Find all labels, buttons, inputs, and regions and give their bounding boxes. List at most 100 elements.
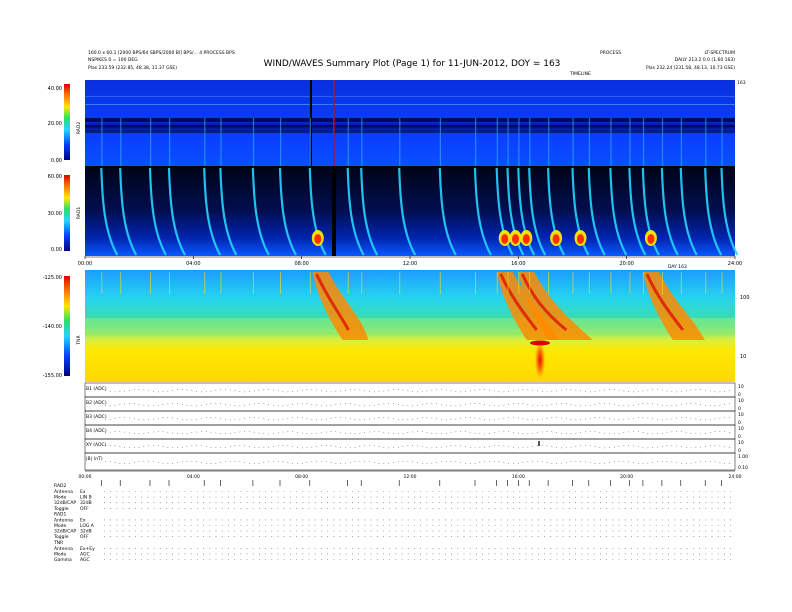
rad1-tick-mid: 30.00 <box>48 211 62 217</box>
rad2-tick-bottom: 0.00 <box>51 158 62 164</box>
settings-group-1: RAD1 <box>54 511 66 517</box>
tnr-streak-8 <box>309 272 311 294</box>
settings-value-1-0: Ex <box>80 517 86 523</box>
rad2-burst-7 <box>280 118 282 166</box>
tnr-tick-top: -125.00 <box>43 275 62 281</box>
time-label-bottom-1: 04:00 <box>187 474 200 480</box>
time-label-top-0: 00:00 <box>78 261 92 267</box>
tnr-streak-15 <box>507 272 509 294</box>
strip-frame-2 <box>84 410 736 426</box>
tnr-tick-bottom: -155.00 <box>43 373 62 379</box>
rad1-tick-top: 60.00 <box>48 174 62 180</box>
strip-right-tick-top-3: 10 <box>738 426 744 432</box>
settings-value-2-2: AGC <box>80 557 90 563</box>
rad2-burst-18 <box>548 118 550 166</box>
strip-right-tick-top-0: 10 <box>738 384 744 390</box>
doy-label-top: 163 <box>737 80 746 86</box>
tnr-streak-12 <box>439 272 441 294</box>
tnr-streak-22 <box>629 272 631 294</box>
summary-plot: 160.0 x 60.1 [2000 BPS/64 SBPS/2000 BI] … <box>43 50 750 563</box>
tnr-streak-26 <box>705 272 707 294</box>
rad1-tick-bottom: 0.00 <box>51 247 62 253</box>
strip-trace-3 <box>105 431 730 435</box>
settings-group-0: RAD2 <box>54 483 66 489</box>
rad2-axis-label: RAD2 <box>76 122 82 134</box>
rad2-burst-27 <box>721 118 723 166</box>
strip-right-tick-bottom-3: 0 <box>738 434 741 440</box>
strip-trace-2 <box>105 417 730 421</box>
strip-trace-4 <box>105 445 730 449</box>
time-label-bottom-5: 20:00 <box>620 474 633 480</box>
strip-right-tick-top-4: 10 <box>738 440 744 446</box>
rad2-burst-4 <box>204 118 206 166</box>
header-right-line2: DAILY 213.2 0.0 (1.60 163) <box>675 57 736 63</box>
day-label-mid: DAY 163 <box>668 264 687 270</box>
strip-right-tick-top-2: 10 <box>738 412 744 418</box>
strip-frame-0 <box>84 382 736 398</box>
strip-trace-0 <box>105 389 730 393</box>
rad2-burst-21 <box>610 118 612 166</box>
tnr-tick-mid: -140.00 <box>43 324 62 330</box>
strip-right-tick-bottom-0: 0 <box>738 392 741 398</box>
settings-key-2-0: Antenna <box>54 546 73 552</box>
tnr-streak-2 <box>150 272 151 294</box>
time-label-top-3: 12:00 <box>403 261 417 267</box>
rad2-burst-5 <box>220 118 222 166</box>
settings-key-1-2: 32dB/CAP <box>54 529 76 535</box>
settings-value-0-0: Ex <box>80 489 86 495</box>
time-axis-bottom: 00:00 04:00 08:00 12:00 16:00 20:00 24:00 <box>79 470 742 486</box>
rad2-tick-mid: 20.00 <box>48 121 62 127</box>
tnr-streak-27 <box>721 272 723 294</box>
rad2-burst-10 <box>361 118 363 166</box>
rad2-burst-24 <box>661 118 664 166</box>
tnr-streak-25 <box>680 272 682 294</box>
time-label-bottom-4: 16:00 <box>512 474 525 480</box>
rad1-burst-hot-19 <box>577 234 584 244</box>
tnr-streak-5 <box>220 272 222 294</box>
rad2-burst-9 <box>347 118 349 166</box>
settings-value-1-3: OFF <box>80 534 89 540</box>
settings-key-1-3: Toggle <box>53 534 69 540</box>
tnr-streak-4 <box>204 272 206 294</box>
header-right-line1: LT-SPECTRUM <box>705 50 736 56</box>
rad2-burst-6 <box>252 118 255 166</box>
rad1-burst-hot-8 <box>314 234 322 244</box>
tnr-streak-16 <box>518 272 520 294</box>
rad1-axis-label: RAD1 <box>76 207 82 219</box>
time-label-top-1: 04:00 <box>186 261 200 267</box>
settings-key-1-1: Mode <box>54 523 66 529</box>
settings-value-0-3: OFF <box>80 506 89 512</box>
settings-key-1-0: Antenna <box>54 517 73 523</box>
header-left-line2: NSPIKES 0 = 100 DEG <box>88 57 138 63</box>
rad1-spectrogram <box>85 166 739 256</box>
tnr-streak-10 <box>361 272 363 294</box>
rad2-burst-8 <box>309 118 311 166</box>
tnr-axis-label: TNR <box>76 335 82 345</box>
header-mid-line: PROCESS <box>600 50 621 56</box>
tnr-streak-14 <box>496 272 498 294</box>
strip-right-tick-bottom-2: 0 <box>738 420 741 426</box>
settings-value-0-1: LIN B <box>80 495 92 501</box>
rad2-burst-13 <box>475 118 477 166</box>
time-label-top-5: 20:00 <box>619 261 633 267</box>
strip-trace-5 <box>105 460 730 464</box>
strip-label-2: B3 (ADC) <box>86 414 107 420</box>
rad1-colorbar <box>64 175 70 251</box>
time-label-top-2: 08:00 <box>294 261 308 267</box>
time-axis-top: 00:00 04:00 08:00 12:00 16:00 20:00 24:00 <box>78 256 742 267</box>
strip-xy-spike <box>538 441 540 446</box>
settings-key-2-2: Gamma <box>54 557 72 563</box>
settings-table: RAD2 Antenna Ex Mode LIN B 32dB/CAP 32dB Toggle… <box>53 483 731 563</box>
rad2-burst-17 <box>529 118 531 166</box>
settings-value-0-2: 32dB <box>80 500 92 506</box>
rad2-burst-25 <box>680 118 682 166</box>
rad2-burst-14 <box>496 118 498 166</box>
strip-frame-1 <box>84 396 736 412</box>
header-right-line3: Plas 232.24 (231.58, 48.13, 10.73 GSE) <box>646 65 735 71</box>
settings-value-2-0: Ex+Ey <box>80 546 95 552</box>
tnr-streak-13 <box>475 272 476 294</box>
tnr-streak-9 <box>347 272 349 294</box>
tnr-right-tick-10: 10 <box>740 354 746 360</box>
strip-right-tick-bottom-4: 0 <box>738 448 741 454</box>
strip-label-1: B2 (ADC) <box>86 400 107 406</box>
